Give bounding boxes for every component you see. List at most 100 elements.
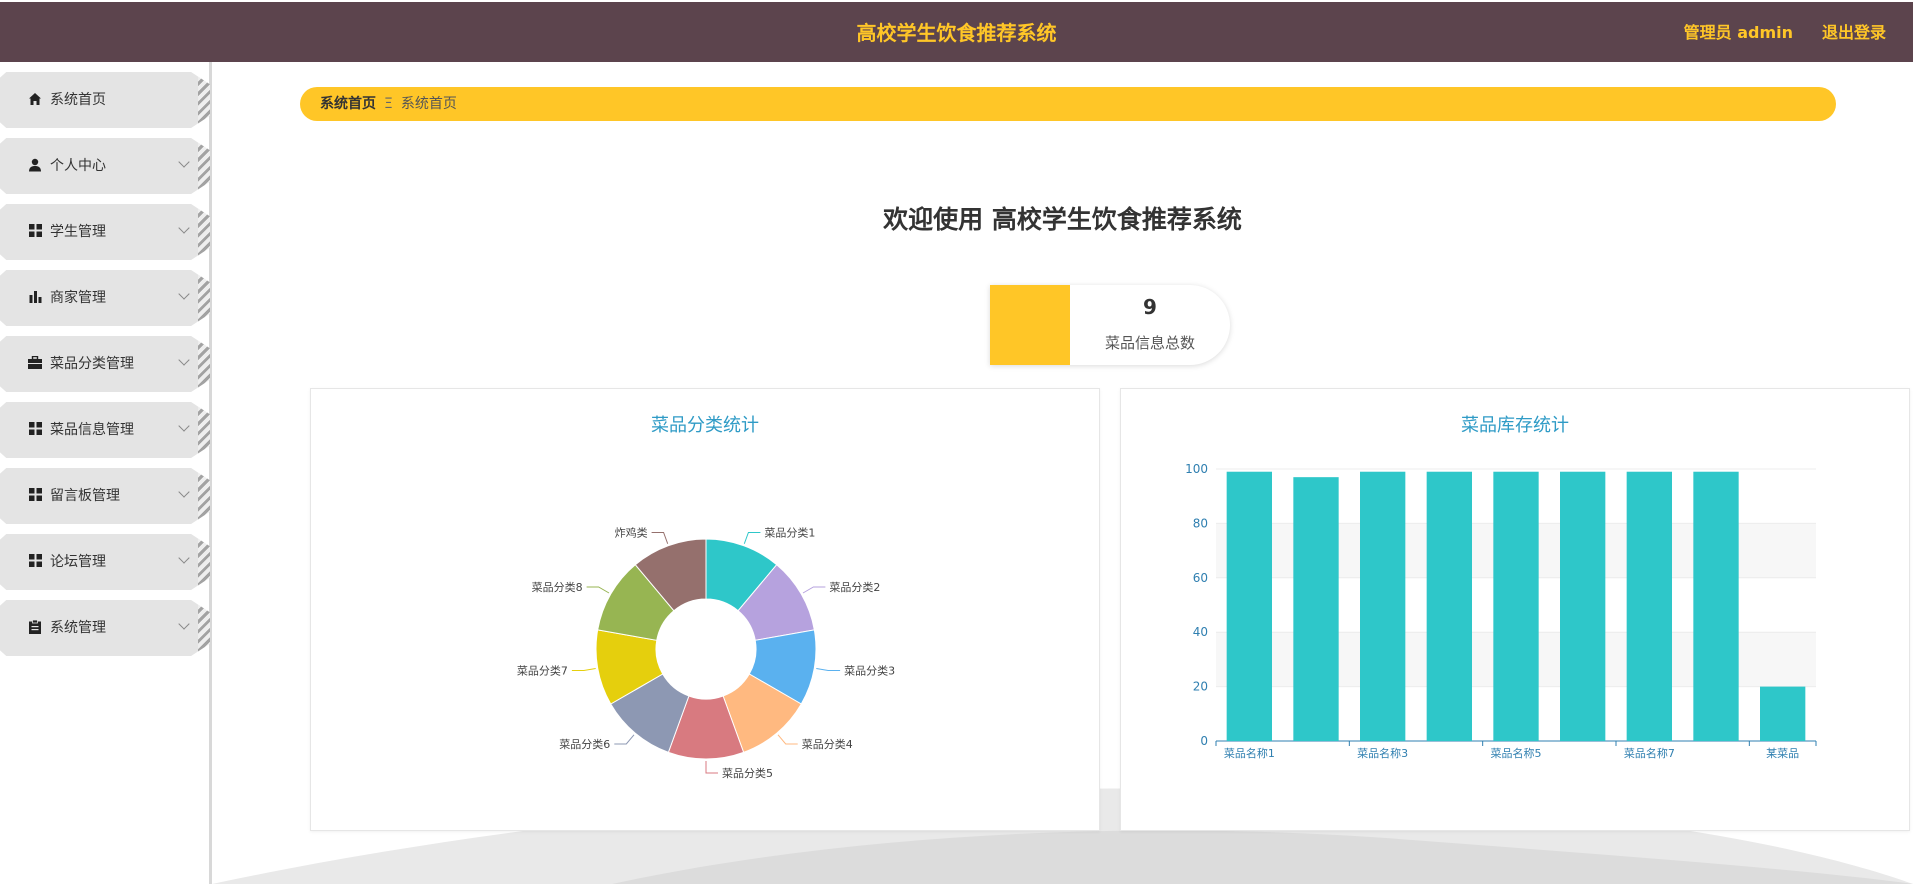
chevron-down-icon [178, 222, 190, 234]
sidebar-item-label: 菜品信息管理 [50, 422, 134, 438]
sidebar-item-merchants[interactable]: 商家管理 [0, 270, 210, 326]
stat-label: 菜品信息总数 [1104, 334, 1195, 352]
tab-edge-decoration [198, 468, 210, 524]
chevron-down-icon [178, 486, 190, 498]
chevron-down-icon [178, 420, 190, 432]
chevron-down-icon [178, 618, 190, 630]
grid-icon [27, 224, 43, 240]
stock-bar-chart: 0 20 40 60 80 100 菜品名称1 菜品名称3 菜品名称5 菜品名称7 某菜品 [1185, 462, 1817, 760]
bar[interactable] [1626, 471, 1672, 741]
chevron-down-icon [178, 288, 190, 300]
pie-label-line [705, 761, 718, 774]
y-tick-label: 0 [1200, 734, 1208, 748]
pie-label: 菜品分类8 [532, 580, 583, 594]
home-icon [27, 92, 43, 108]
bar[interactable] [1226, 471, 1272, 741]
category-chart-panel: 菜品分类统计 菜品分类1 菜品分类2 菜品分类3 菜品分类4 菜品分类5 菜品分类6 菜品分… [310, 388, 1100, 831]
pie-label-line [651, 531, 669, 544]
x-tick-label: 菜品名称7 [1624, 746, 1675, 760]
pie-label: 菜品分类4 [802, 737, 853, 751]
pie-label-line [816, 667, 841, 672]
sidebar-item-label: 论坛管理 [50, 554, 106, 570]
pie-label-line [777, 734, 798, 745]
clipboard-icon [27, 619, 43, 636]
sidebar-item-system[interactable]: 系统管理 [0, 600, 210, 656]
pie-label-line [802, 586, 826, 594]
bar[interactable] [1360, 471, 1406, 741]
y-tick-label: 100 [1185, 462, 1208, 476]
bar[interactable] [1560, 471, 1606, 741]
y-tick-label: 80 [1193, 516, 1208, 530]
pie-label-line [571, 667, 596, 672]
chevron-down-icon [178, 552, 190, 564]
pie-label: 菜品分类6 [559, 737, 610, 751]
tab-edge-decoration [198, 402, 210, 458]
bar[interactable] [1493, 471, 1539, 741]
chevron-down-icon [178, 354, 190, 366]
sidebar-item-label: 商家管理 [50, 290, 106, 306]
y-tick-label: 40 [1193, 625, 1208, 639]
logout-button[interactable]: 退出登录 [1822, 2, 1886, 64]
pie-label-line [614, 734, 635, 745]
sidebar-item-students[interactable]: 学生管理 [0, 204, 210, 260]
sidebar-item-label: 菜品分类管理 [50, 356, 134, 372]
pie-label: 菜品分类2 [829, 580, 880, 594]
sidebar-item-label: 系统首页 [50, 92, 106, 108]
pie-label: 菜品分类1 [764, 525, 815, 539]
sidebar-item-dish-categories[interactable]: 菜品分类管理 [0, 336, 210, 392]
stat-color-block [990, 285, 1070, 365]
bar-chart-icon [27, 290, 43, 306]
tab-edge-decoration [198, 270, 210, 326]
sidebar-item-profile[interactable]: 个人中心 [0, 138, 210, 194]
grid-icon [27, 488, 43, 504]
tab-edge-decoration [198, 534, 210, 590]
tab-edge-decoration [198, 72, 210, 128]
pie-label: 菜品分类5 [722, 766, 773, 780]
tab-edge-decoration [198, 336, 210, 392]
sidebar-item-label: 系统管理 [50, 620, 106, 636]
sidebar-item-label: 学生管理 [50, 224, 106, 240]
x-tick-label: 菜品名称1 [1224, 746, 1275, 760]
user-icon [27, 158, 43, 174]
top-bar: 高校学生饮食推荐系统 管理员 admin 退出登录 [0, 0, 1913, 62]
breadcrumb: 系统首页 Ξ 系统首页 [300, 87, 1836, 121]
bar[interactable] [1760, 686, 1806, 741]
bar[interactable] [1426, 471, 1472, 741]
pie-label: 菜品分类3 [844, 664, 895, 678]
x-tick-label: 菜品名称5 [1491, 746, 1542, 760]
category-pie-chart: 菜品分类1 菜品分类2 菜品分类3 菜品分类4 菜品分类5 菜品分类6 菜品分类7 菜品分类8… [517, 525, 895, 780]
breadcrumb-separator-icon: Ξ [384, 96, 393, 112]
welcome-heading: 欢迎使用 高校学生饮食推荐系统 [883, 205, 1242, 234]
sidebar-item-message-board[interactable]: 留言板管理 [0, 468, 210, 524]
y-tick-label: 60 [1193, 571, 1208, 585]
bar[interactable] [1693, 471, 1739, 741]
chevron-down-icon [178, 156, 190, 168]
tab-edge-decoration [198, 600, 210, 656]
pie-label: 菜品分类7 [517, 664, 568, 678]
pie-label-line [586, 586, 610, 594]
breadcrumb-home-link[interactable]: 系统首页 [320, 96, 376, 112]
x-tick-label: 菜品名称3 [1357, 746, 1408, 760]
sidebar: 系统首页 个人中心 学生管理 商家管理 菜品分类管理 菜品信息管理 留言板管理 … [0, 62, 212, 884]
grid-icon [27, 554, 43, 570]
tab-edge-decoration [198, 138, 210, 194]
bar[interactable] [1293, 477, 1339, 741]
sidebar-item-label: 留言板管理 [50, 488, 120, 504]
app-title: 高校学生饮食推荐系统 [856, 21, 1057, 45]
sidebar-item-home[interactable]: 系统首页 [0, 72, 210, 128]
sidebar-item-dish-info[interactable]: 菜品信息管理 [0, 402, 210, 458]
stock-chart-panel: 菜品库存统计 0 20 40 60 80 100 菜品名称1 菜品名称3 菜品名称5 菜品名称7 某… [1120, 388, 1910, 831]
pie-label: 炸鸡类 [615, 525, 648, 539]
x-tick-label: 某菜品 [1766, 747, 1799, 760]
sidebar-item-label: 个人中心 [50, 158, 106, 174]
stat-value: 9 [1143, 295, 1157, 319]
grid-icon [27, 422, 43, 438]
pie-label-line [743, 531, 761, 544]
current-user-label[interactable]: 管理员 admin [1684, 2, 1793, 64]
sidebar-item-forum[interactable]: 论坛管理 [0, 534, 210, 590]
breadcrumb-current: 系统首页 [400, 96, 457, 112]
dish-total-stat-card: 9 菜品信息总数 [990, 285, 1230, 365]
tab-edge-decoration [198, 204, 210, 260]
briefcase-icon [27, 355, 43, 372]
y-tick-label: 20 [1193, 680, 1208, 694]
